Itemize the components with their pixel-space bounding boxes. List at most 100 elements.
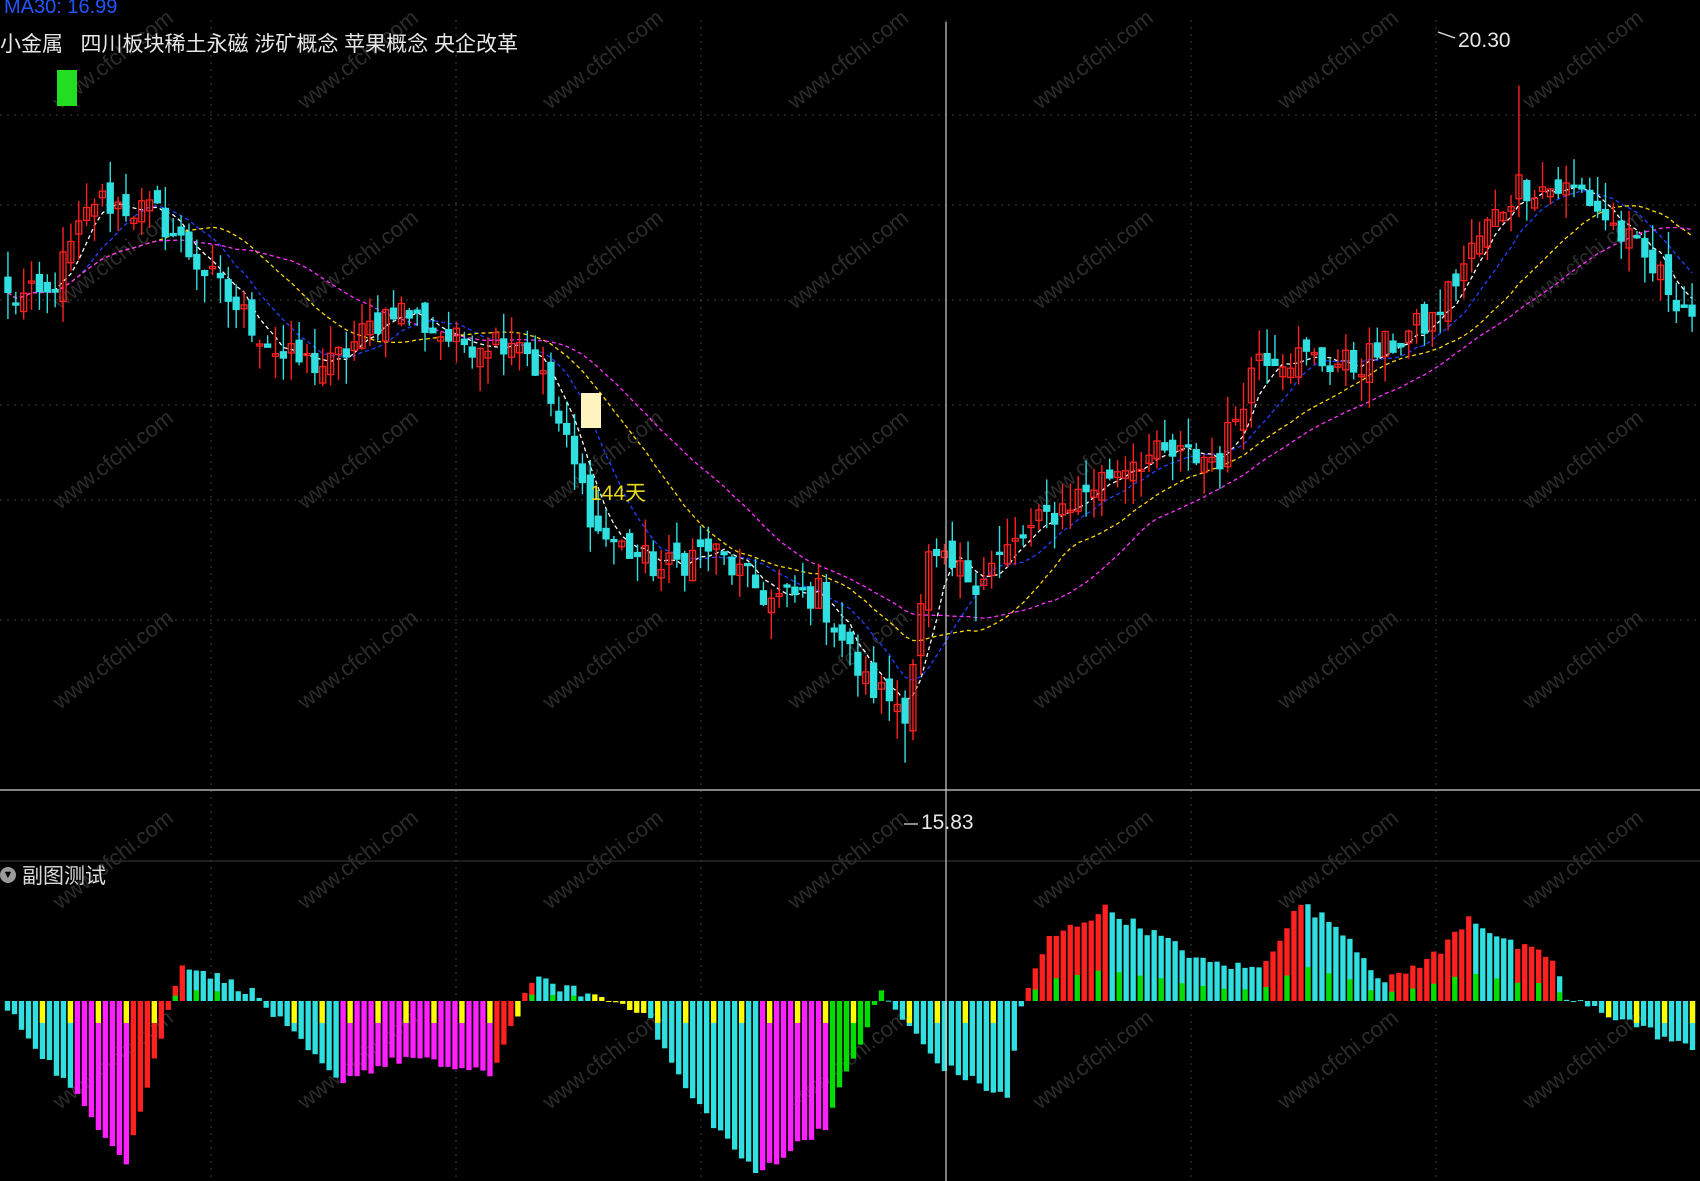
- oscillator-bar: [88, 1001, 95, 1118]
- oscillator-bar: [1130, 918, 1136, 1001]
- watermark-text: www.cfchi.com: [782, 805, 913, 915]
- oscillator-bar: [81, 1001, 88, 1107]
- oscillator-bar-overlay: [934, 1001, 941, 1023]
- oscillator-bar: [801, 1001, 808, 1141]
- watermark-text: www.cfchi.com: [1517, 205, 1648, 315]
- oscillator-bar: [1256, 967, 1262, 1001]
- candle-body: [1578, 184, 1586, 190]
- oscillator-bar-overlay: [1137, 975, 1143, 1001]
- oscillator-bar: [424, 1001, 430, 1058]
- oscillator-bar: [1109, 912, 1115, 1001]
- oscillator-bar: [1011, 1001, 1017, 1051]
- candle-body: [846, 631, 854, 645]
- candle-body: [854, 651, 862, 676]
- watermark-text: www.cfchi.com: [47, 605, 178, 715]
- oscillator-bar-overlay: [95, 1001, 102, 1023]
- candle-body: [500, 338, 508, 355]
- oscillator-bar: [1340, 935, 1346, 1001]
- oscillator-bar-overlay: [1473, 973, 1479, 1001]
- chevron-down-icon[interactable]: ▼: [0, 867, 16, 883]
- oscillator-bar-overlay: [1689, 1001, 1696, 1023]
- candle-body: [374, 312, 382, 334]
- candle-body: [1161, 442, 1169, 451]
- oscillator-bar-overlay: [1242, 989, 1248, 1001]
- oscillator-bar: [864, 1001, 871, 1028]
- candle-body: [1586, 189, 1594, 206]
- oscillator-bar: [410, 1001, 416, 1058]
- oscillator-bar: [1445, 939, 1451, 1001]
- oscillator-bar-overlay: [403, 1001, 409, 1023]
- oscillator-bar-overlay: [1389, 991, 1395, 1001]
- watermark-text: www.cfchi.com: [1027, 205, 1158, 315]
- oscillator-bar: [452, 1001, 458, 1070]
- candle-body: [1436, 311, 1444, 316]
- oscillator-bar: [1270, 951, 1276, 1001]
- oscillator-bar: [843, 1001, 850, 1072]
- oscillator-bar: [221, 982, 227, 1001]
- oscillator-bar: [983, 1001, 989, 1091]
- oscillator-bar: [53, 1001, 60, 1076]
- candle-body: [563, 422, 571, 435]
- oscillator-bar-overlay: [1536, 982, 1542, 1001]
- oscillator-bar-overlay: [291, 1001, 297, 1023]
- candle-body: [1688, 304, 1696, 317]
- oscillator-bar: [1577, 1000, 1584, 1002]
- oscillator-bar: [522, 992, 528, 1001]
- oscillator-bar-overlay: [1515, 982, 1521, 1001]
- candle-body: [799, 587, 807, 591]
- oscillator-bar: [1459, 929, 1465, 1001]
- oscillator-bar-overlay: [683, 1001, 689, 1023]
- oscillator-bar: [627, 1001, 633, 1010]
- oscillator-bar: [1612, 1001, 1619, 1021]
- oscillator-bar: [717, 1001, 724, 1131]
- candle-body: [1672, 299, 1680, 312]
- oscillator-bar: [1060, 930, 1066, 1001]
- watermark-text: www.cfchi.com: [1272, 605, 1403, 715]
- oscillator-bar: [256, 997, 262, 1001]
- candle-body: [673, 542, 681, 560]
- subchart-header[interactable]: ▼ 副图测试: [0, 860, 106, 890]
- oscillator-bar: [1570, 1001, 1577, 1002]
- oscillator-bar: [773, 1001, 780, 1165]
- oscillator-bar: [158, 1001, 164, 1039]
- watermark-text: www.cfchi.com: [1517, 1005, 1648, 1115]
- oscillator-bar: [445, 1001, 451, 1067]
- ma30-label: MA30: 16.99: [4, 0, 118, 18]
- watermark-text: www.cfchi.com: [1272, 805, 1403, 915]
- candle-body: [193, 253, 201, 270]
- oscillator-bar: [948, 1001, 955, 1066]
- oscillator-bar: [955, 1001, 962, 1076]
- oscillator-bar: [298, 1001, 304, 1039]
- oscillator-bar: [137, 1001, 143, 1112]
- oscillator-bar: [1626, 1001, 1633, 1020]
- buy-signal-marker: [57, 70, 77, 106]
- watermark-text: www.cfchi.com: [1517, 605, 1648, 715]
- oscillator-bar: [634, 1001, 640, 1013]
- oscillator-bars: [4, 904, 1696, 1174]
- candle-body: [783, 584, 791, 588]
- oscillator-bar: [766, 1001, 773, 1163]
- candle-body: [4, 276, 12, 294]
- oscillator-bar: [836, 1001, 843, 1088]
- oscillator-bar-overlay: [738, 1001, 745, 1023]
- candle-body: [578, 463, 587, 484]
- candle-body: [531, 349, 539, 376]
- subchart-title: 副图测试: [22, 865, 106, 888]
- oscillator-bar: [361, 1001, 367, 1071]
- oscillator-bar: [389, 1001, 395, 1058]
- oscillator-bar: [1235, 962, 1241, 1001]
- candlestick-chart[interactable]: www.cfchi.com www.cfchi.com www.cfchi.com w…: [0, 0, 1700, 1181]
- oscillator-bar-overlay: [123, 1001, 130, 1023]
- watermark-text: www.cfchi.com: [1517, 405, 1648, 515]
- oscillator-bar: [1186, 957, 1192, 1001]
- oscillator-bar-overlay: [67, 1001, 74, 1023]
- candle-body: [122, 194, 130, 217]
- oscillator-bar-overlay: [1200, 985, 1206, 1001]
- oscillator-bar: [1654, 1001, 1661, 1040]
- oscillator-bar-overlay: [1179, 983, 1185, 1001]
- oscillator-bar: [620, 1001, 626, 1004]
- oscillator-bar: [242, 993, 248, 1001]
- candle-body: [602, 527, 610, 540]
- candle-body: [547, 361, 555, 404]
- oscillator-bar: [1319, 912, 1325, 1001]
